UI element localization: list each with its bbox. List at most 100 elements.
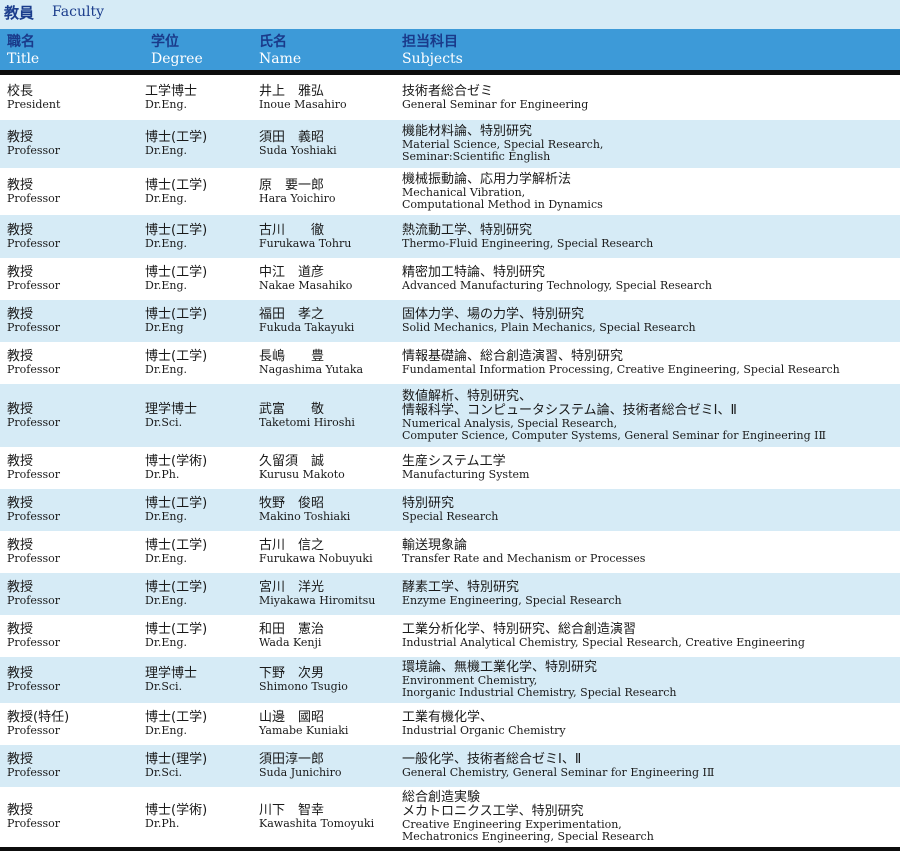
name-cell-jp: 古川 信之: [259, 538, 325, 553]
degree-cell: 博士(学術) Dr.Ph.: [145, 447, 207, 489]
subject-line: 一般化学、技術者総合ゼミⅠ、Ⅱ: [402, 752, 582, 767]
name-cell-en: Wada Kenji: [259, 636, 322, 649]
degree-cell-en: Dr.Eng.: [145, 636, 188, 649]
subjects-cell: 機械振動論、応用力学解析法 Mechanical Vibration, Comput…: [402, 168, 603, 215]
title-cell-en: President: [7, 97, 61, 111]
title-cell-en: Professor: [7, 636, 61, 649]
degree-cell-en: Dr.Eng.: [145, 552, 188, 565]
subject-line: Numerical Analysis, Special Research,: [402, 416, 618, 430]
degree-cell: 博士(工学) Dr.Eng.: [145, 120, 207, 168]
name-cell-jp: 宮川 洋光: [259, 580, 325, 595]
title-cell-en: Professor: [7, 321, 61, 334]
name-cell-jp: 中江 道彦: [259, 265, 325, 280]
name-cell: 古川 信之 Furukawa Nobuyuki: [259, 531, 373, 573]
degree-cell-jp: 博士(工学): [145, 130, 208, 145]
table-row: 教授 Professor 博士(理学) Dr.Sci. 須田淳一郎 Suda Junich…: [0, 745, 900, 787]
name-cell: 宮川 洋光 Miyakawa Hiromitsu: [259, 573, 375, 615]
subjects-cell: 精密加工特論、特別研究 Advanced Manufacturing Techno…: [402, 258, 712, 300]
title-cell-en: Professor: [7, 144, 61, 157]
subject-line: Computational Method in Dynamics: [402, 197, 603, 211]
title-cell-en: Professor: [7, 766, 61, 779]
title-cell-jp: 教授: [7, 130, 34, 145]
subjects-cell: 酵素工学、特別研究 Enzyme Engineering, Special Res…: [402, 573, 622, 615]
degree-cell-jp: 理学博士: [145, 401, 198, 417]
subjects-cell: 固体力学、場の力学、特別研究 Solid Mechanics, Plain Mec…: [402, 300, 696, 342]
degree-cell-en: Dr.Sci.: [145, 766, 183, 779]
degree-cell-en: Dr.Ph.: [145, 817, 180, 830]
header-subjects-en: Subjects: [402, 51, 463, 67]
name-cell-jp: 福田 孝之: [259, 307, 325, 322]
subject-line: 輸送現象論: [402, 538, 468, 553]
table-row: 教授 Professor 博士(学術) Dr.Ph. 川下 智幸 Kawashita To…: [0, 787, 900, 847]
name-cell-en: Fukuda Takayuki: [259, 321, 355, 334]
title-cell-en: Professor: [7, 552, 61, 565]
subject-line: 工業分析化学、特別研究、総合創造演習: [402, 622, 637, 637]
degree-cell-jp: 博士(工学): [145, 307, 208, 322]
name-cell: 牧野 俊昭 Makino Toshiaki: [259, 489, 350, 531]
subject-line: 特別研究: [402, 496, 455, 511]
name-cell-en: Kurusu Makoto: [259, 468, 345, 481]
subject-line: 情報基礎論、総合創造演習、特別研究: [402, 349, 624, 364]
name-cell: 須田淳一郎 Suda Junichiro: [259, 745, 341, 787]
subject-line: Fundamental Information Processing, Crea…: [402, 363, 840, 376]
title-cell-en: Professor: [7, 236, 61, 250]
title-cell-jp: 教授: [7, 496, 34, 511]
name-cell: 下野 次男 Shimono Tsugio: [259, 657, 348, 703]
degree-cell-jp: 博士(学術): [145, 454, 208, 469]
table-row: 校長 President 工学博士 Dr.Eng. 井上 雅弘 Inoue Masahir…: [0, 75, 900, 120]
title-cell-jp: 教授: [7, 803, 34, 818]
degree-cell-jp: 博士(工学): [145, 349, 208, 364]
header-name: 氏名 Name: [259, 33, 301, 68]
table-row: 教授 Professor 博士(工学) Dr.Eng. 古川 徹 Furukawa Toh…: [0, 215, 900, 258]
title-cell-jp: 教授: [7, 666, 34, 681]
table-row: 教授 Professor 博士(工学) Dr.Eng. 牧野 俊昭 Makino Tosh…: [0, 489, 900, 531]
name-cell: 和田 憲治 Wada Kenji: [259, 615, 324, 657]
name-cell-jp: 長嶋 豊: [259, 349, 325, 364]
name-cell: 古川 徹 Furukawa Tohru: [259, 215, 351, 258]
header-subjects-jp: 担当科目: [402, 34, 458, 50]
subjects-cell: 工業分析化学、特別研究、総合創造演習 Industrial Analytical …: [402, 615, 805, 657]
title-cell-jp: 教授: [7, 454, 34, 469]
subject-line: 総合創造実験: [402, 790, 481, 805]
subject-line: Manufacturing System: [402, 468, 530, 481]
subject-line: Mechanical Vibration,: [402, 185, 526, 199]
title-cell-en: Professor: [7, 724, 61, 737]
subject-line: 情報科学、コンピュータシステム論、技術者総合ゼミⅠ、Ⅱ: [402, 402, 737, 418]
degree-cell-jp: 博士(工学): [145, 580, 208, 595]
header-degree: 学位 Degree: [151, 33, 203, 68]
title-cell: 教授 Professor: [7, 168, 60, 215]
subject-line: Thermo-Fluid Engineering, Special Resear…: [402, 236, 654, 250]
name-cell: 井上 雅弘 Inoue Masahiro: [259, 75, 347, 120]
header-name-jp: 氏名: [259, 34, 287, 50]
name-cell: 原 要一郎 Hara Yoichiro: [259, 168, 336, 215]
subject-line: Transfer Rate and Mechanism or Processes: [402, 552, 646, 565]
subjects-cell: 生産システム工学 Manufacturing System: [402, 447, 529, 489]
table-row: 教授 Professor 博士(工学) Dr.Eng. 和田 憲治 Wada Kenji 工…: [0, 615, 900, 657]
table-row: 教授 Professor 博士(工学) Dr.Eng 福田 孝之 Fukuda Takay…: [0, 300, 900, 342]
subject-line: 機能材料論、特別研究: [402, 124, 533, 139]
name-cell-jp: 牧野 俊昭: [259, 496, 325, 511]
degree-cell-jp: 理学博士: [145, 666, 198, 681]
name-cell-en: Furukawa Nobuyuki: [259, 552, 373, 565]
section-title-jp: 教員: [4, 4, 35, 22]
degree-cell-en: Dr.Sci.: [145, 415, 183, 429]
subjects-cell: 工業有機化学、 Industrial Organic Chemistry: [402, 703, 566, 745]
title-cell: 教授 Professor: [7, 215, 60, 258]
subjects-cell: 熱流動工学、特別研究 Thermo-Fluid Engineering, Spec…: [402, 215, 653, 258]
degree-cell: 工学博士 Dr.Eng.: [145, 75, 197, 120]
subjects-cell: 特別研究 Special Research: [402, 489, 498, 531]
subjects-cell: 数値解析、特別研究、 情報科学、コンピュータシステム論、技術者総合ゼミⅠ、Ⅱ Num…: [402, 384, 826, 447]
subject-line: 機械振動論、応用力学解析法: [402, 171, 572, 187]
title-cell-en: Professor: [7, 510, 61, 523]
degree-cell-jp: 博士(工学): [145, 538, 208, 553]
title-cell-en: Professor: [7, 468, 61, 481]
title-cell: 教授 Professor: [7, 745, 60, 787]
degree-cell-en: Dr.Eng: [145, 321, 184, 334]
degree-cell: 博士(学術) Dr.Ph.: [145, 787, 207, 847]
degree-cell-jp: 博士(学術): [145, 803, 208, 818]
subject-line: Seminar:Scientific English: [402, 150, 551, 163]
degree-cell-en: Dr.Eng.: [145, 144, 188, 157]
name-cell: 中江 道彦 Nakae Masahiko: [259, 258, 352, 300]
name-cell-en: Suda Yoshiaki: [259, 144, 337, 157]
title-cell-jp: 教授: [7, 265, 34, 280]
